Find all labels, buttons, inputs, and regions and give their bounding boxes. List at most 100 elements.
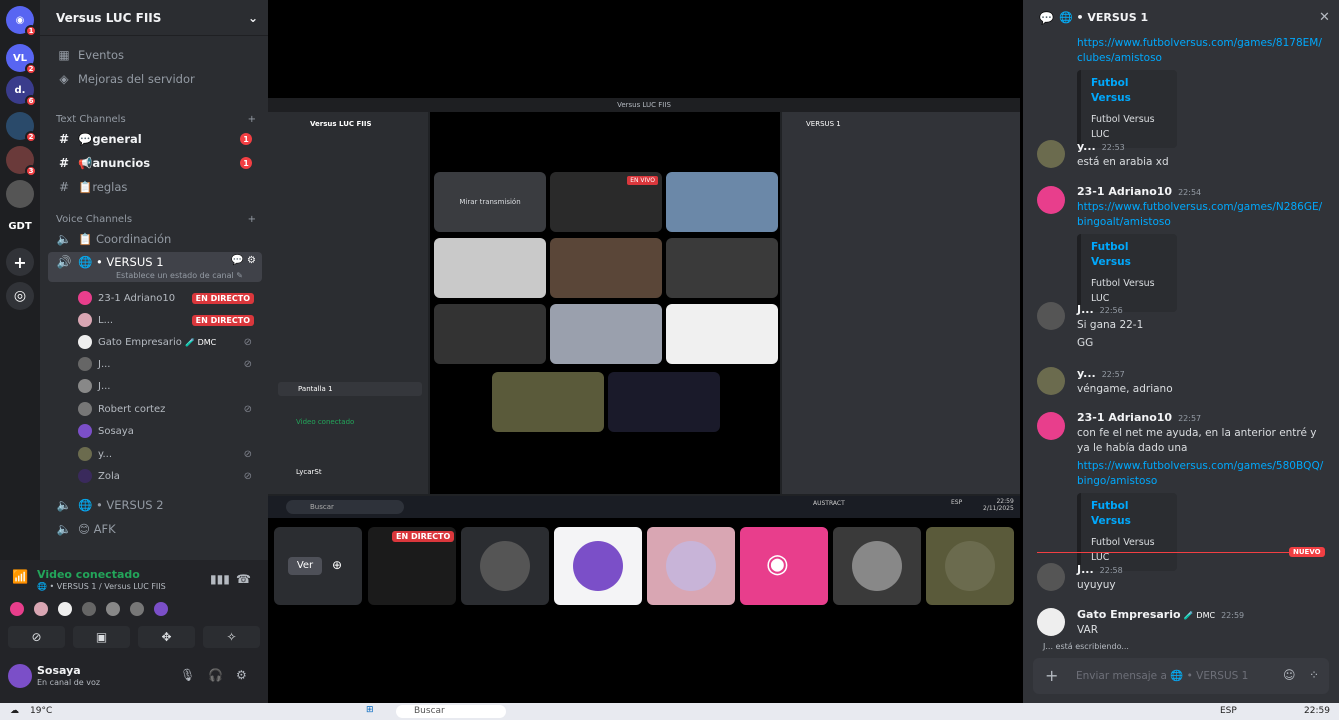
add-server-icon[interactable]: +	[6, 248, 34, 276]
voice-user[interactable]: L... EN DIRECTO	[78, 310, 262, 330]
activities-button[interactable]: ✥	[138, 626, 195, 648]
avatar	[58, 602, 72, 616]
avatar[interactable]	[1037, 186, 1065, 214]
avatar[interactable]	[1037, 412, 1065, 440]
avatar[interactable]	[1037, 608, 1065, 636]
server-icon-vl[interactable]: VL 2	[6, 44, 37, 75]
add-channel-icon[interactable]: +	[248, 214, 256, 225]
server-icon-gdt[interactable]: GDT	[6, 212, 34, 240]
voice-user[interactable]: Zola ⊘	[78, 466, 262, 486]
windows-taskbar: ☁ 19°C ⊞ Buscar ESP 22:59	[0, 703, 1339, 720]
voice-user[interactable]: 23-1 Adriano10 EN DIRECTO	[78, 288, 262, 308]
chat-panel: 💬 🌐 • VERSUS 1 ✕ https://www.futbolversu…	[1023, 0, 1339, 703]
events-link[interactable]: ▦ Eventos	[48, 44, 262, 66]
apps-icon[interactable]: ⁘	[1309, 668, 1319, 682]
preview-tile[interactable]: Ver ⊕	[274, 527, 362, 605]
avatar[interactable]	[1037, 140, 1065, 168]
participant-tile[interactable]	[461, 527, 549, 605]
avatar[interactable]	[1037, 563, 1065, 591]
server-icon-4[interactable]: 3	[6, 146, 37, 177]
boost-icon: ◈	[59, 72, 69, 86]
speaker-icon: 🔊	[56, 255, 72, 269]
inner-watch-tile: Mirar transmisión	[434, 172, 546, 232]
hash-icon: #	[58, 180, 70, 194]
speaker-icon: 🔈	[56, 522, 72, 536]
channel-anuncios[interactable]: # 📢anuncios 1	[48, 152, 262, 174]
mic-icon[interactable]: 🎙	[180, 668, 195, 682]
zoom-icon[interactable]: ⊕	[332, 558, 342, 572]
inner-tile	[666, 238, 778, 298]
server-icon-5[interactable]	[6, 180, 34, 208]
text-category[interactable]: Text Channels +	[56, 114, 256, 125]
share-screen-button[interactable]: ▣	[73, 626, 130, 648]
add-channel-icon[interactable]: +	[248, 114, 256, 125]
channel-reglas[interactable]: # 📋reglas	[48, 176, 262, 198]
server-icon-d[interactable]: d. 6	[6, 76, 37, 107]
streamed-screen[interactable]: Versus LUC FIIS Versus LUC FIIS Pantalla…	[268, 98, 1020, 518]
avatar	[78, 379, 92, 393]
username[interactable]: Sosaya	[37, 664, 81, 677]
voice-channel-coordinacion[interactable]: 🔈 📋 Coordinación	[48, 228, 262, 250]
weather-temp[interactable]: 19°C	[30, 706, 52, 716]
soundboard-button[interactable]: ✧	[203, 626, 260, 648]
start-icon[interactable]: ⊞	[366, 705, 374, 715]
emoji-icon[interactable]: ☺	[1283, 668, 1296, 682]
inner-sidebar: Versus LUC FIIS Pantalla 1 Video conecta…	[268, 112, 428, 494]
message-link[interactable]: https://www.futbolversus.com/games/8178E…	[1077, 36, 1327, 66]
voice-activity-icon[interactable]: ▮▮▮	[210, 572, 230, 586]
headphones-icon[interactable]: 🎧	[208, 668, 223, 682]
message: y... 22:57 véngame, adriano	[1077, 367, 1173, 395]
message: Gato Empresario 🧪 DMC 22:59 VAR	[1077, 608, 1245, 636]
disconnect-icon[interactable]: ☎	[236, 572, 251, 586]
participant-tile[interactable]	[647, 527, 735, 605]
server-icon-3[interactable]: 2	[6, 112, 37, 143]
inner-screen-share: Pantalla 1	[278, 382, 422, 396]
channel-actions-icons[interactable]: 💬 ⚙	[231, 255, 256, 266]
avatar	[78, 357, 92, 371]
taskbar-search[interactable]: Buscar	[396, 705, 506, 718]
participant-tile[interactable]	[554, 527, 642, 605]
speaker-icon: 🔈	[56, 498, 72, 512]
avatar	[82, 602, 96, 616]
weather-icon[interactable]: ☁	[10, 706, 19, 716]
discord-home-icon[interactable]: ◉ 1	[6, 6, 37, 37]
message-input[interactable]: + Enviar mensaje a 🌐 • VERSUS 1 ☺ ⁘	[1033, 658, 1329, 694]
close-icon[interactable]: ✕	[1319, 10, 1330, 25]
explore-icon[interactable]: ◎	[6, 282, 34, 310]
clock[interactable]: 22:59	[1304, 706, 1330, 716]
participant-tile[interactable]	[926, 527, 1014, 605]
stream-tile[interactable]: EN DIRECTO	[368, 527, 456, 605]
voice-channel-afk[interactable]: 🔈 😊 AFK	[48, 518, 262, 540]
voice-status[interactable]: Video conectado	[37, 568, 140, 581]
voice-user[interactable]: Gato Empresario 🧪 DMC ⊘	[78, 332, 262, 352]
voice-channel-path[interactable]: 🌐 • VERSUS 1 / Versus LUC FIIS	[37, 582, 166, 591]
participant-tile[interactable]	[833, 527, 921, 605]
voice-user[interactable]: J... ⊘	[78, 354, 262, 374]
voice-user[interactable]: Robert cortez ⊘	[78, 399, 262, 419]
gear-icon[interactable]: ⚙	[236, 668, 247, 682]
channel-general[interactable]: # 💬general 1	[48, 128, 262, 150]
language-indicator[interactable]: ESP	[1220, 706, 1237, 716]
discord-icon: ◉	[766, 549, 789, 579]
mic-muted-icon: ⊘	[243, 470, 252, 482]
voice-user[interactable]: J...	[78, 376, 262, 396]
channel-status[interactable]: Establece un estado de canal ✎	[116, 271, 243, 280]
avatar[interactable]	[8, 664, 32, 688]
camera-off-button[interactable]: ⊘	[8, 626, 65, 648]
signal-icon: 📶	[12, 570, 29, 585]
voice-connection-panel: 📶 Video conectado 🌐 • VERSUS 1 / Versus …	[0, 560, 268, 703]
voice-channel-versus2[interactable]: 🔈 🌐 • VERSUS 2	[48, 494, 262, 516]
voice-user[interactable]: Sosaya	[78, 421, 262, 441]
avatar[interactable]	[1037, 302, 1065, 330]
avatar[interactable]	[1037, 367, 1065, 395]
server-boosts-link[interactable]: ◈ Mejoras del servidor	[48, 68, 262, 90]
inner-grid: Mirar transmisión EN VIVO	[430, 112, 780, 494]
add-attachment-icon[interactable]: +	[1045, 666, 1058, 685]
participant-tile[interactable]: ◉	[740, 527, 828, 605]
view-button[interactable]: Ver	[288, 557, 322, 575]
typing-indicator: J... está escribiendo...	[1043, 642, 1129, 651]
mic-muted-icon: ⊘	[243, 448, 252, 460]
voice-user[interactable]: y... ⊘	[78, 444, 262, 464]
voice-category[interactable]: Voice Channels +	[56, 214, 256, 225]
server-header[interactable]: Versus LUC FIIS ⌄	[40, 0, 268, 36]
